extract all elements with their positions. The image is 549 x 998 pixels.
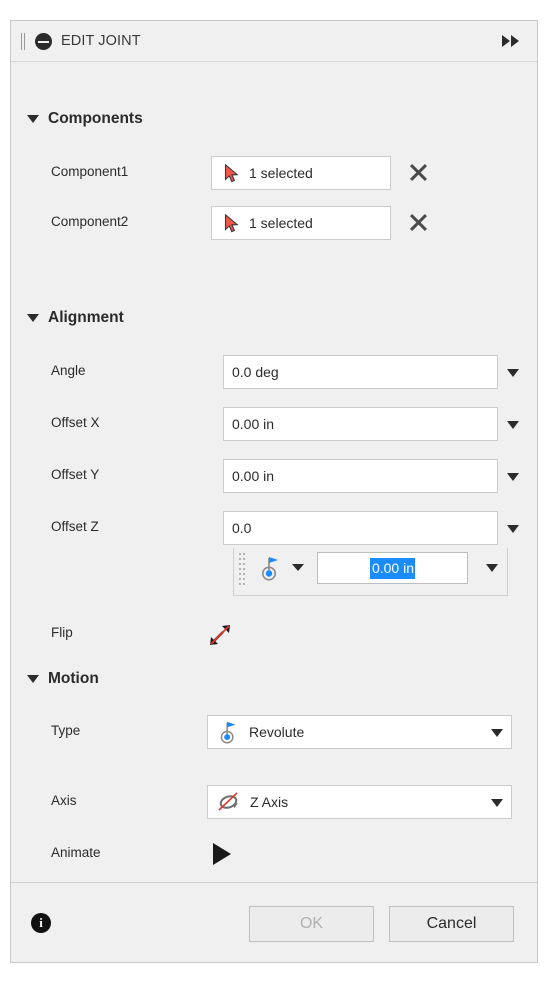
offset-z-edit-value: 0.00 in	[369, 557, 416, 579]
offset-y-input[interactable]: 0.00 in	[223, 459, 498, 493]
offset-z-input[interactable]: 0.0	[223, 511, 498, 545]
label-animate: Animate	[51, 845, 101, 860]
section-header-motion[interactable]: Motion	[27, 668, 99, 690]
offset-z-dropdown-icon[interactable]	[507, 525, 519, 533]
label-component1: Component1	[51, 164, 129, 179]
offset-x-value: 0.00 in	[232, 416, 275, 432]
component2-clear-icon[interactable]	[409, 213, 428, 232]
label-motion-type: Type	[51, 723, 81, 738]
offset-x-dropdown-icon[interactable]	[507, 421, 519, 429]
motion-axis-dropdown-icon[interactable]	[491, 799, 503, 807]
motion-type-value: Revolute	[249, 724, 305, 740]
joint-manipulator-popup: 0.00 in	[233, 548, 508, 596]
play-icon[interactable]	[213, 843, 231, 865]
drag-grip-icon[interactable]	[20, 33, 28, 50]
component1-clear-icon[interactable]	[409, 163, 428, 182]
dotted-grip-icon[interactable]	[238, 551, 249, 591]
motion-type-select[interactable]: Revolute	[207, 715, 512, 749]
screen: EDIT JOINT Components Component1 1 selec…	[0, 0, 549, 998]
offset-z-edit-dropdown-icon[interactable]	[486, 564, 498, 572]
caret-down-icon	[27, 314, 39, 322]
rotation-axis-icon	[217, 791, 241, 813]
minus-circle-icon[interactable]	[35, 33, 52, 50]
ok-button[interactable]: OK	[249, 906, 374, 942]
angle-dropdown-icon[interactable]	[507, 369, 519, 377]
info-icon[interactable]: i	[31, 913, 51, 933]
offset-z-edit-input[interactable]: 0.00 in	[317, 552, 468, 584]
cursor-select-icon	[224, 163, 241, 183]
caret-down-icon	[27, 675, 39, 683]
component2-value: 1 selected	[249, 215, 313, 231]
motion-axis-select[interactable]: Z Axis	[207, 785, 512, 819]
label-offset-x: Offset X	[51, 415, 100, 430]
motion-type-dropdown-icon[interactable]	[491, 729, 503, 737]
angle-input[interactable]: 0.0 deg	[223, 355, 498, 389]
double-right-arrow-icon[interactable]	[502, 35, 524, 48]
cancel-button[interactable]: Cancel	[389, 906, 514, 942]
flip-arrows-icon[interactable]	[207, 622, 233, 648]
offset-z-value: 0.0	[232, 520, 252, 536]
offset-y-value: 0.00 in	[232, 468, 275, 484]
dialog-footer: i OK Cancel	[11, 882, 537, 962]
label-angle: Angle	[51, 363, 86, 378]
component1-value: 1 selected	[249, 165, 313, 181]
dialog-titlebar: EDIT JOINT	[11, 21, 537, 62]
dialog-title: EDIT JOINT	[61, 33, 141, 49]
cursor-select-icon	[224, 213, 241, 233]
offset-x-input[interactable]: 0.00 in	[223, 407, 498, 441]
section-header-alignment[interactable]: Alignment	[27, 307, 124, 329]
caret-down-icon	[27, 115, 39, 123]
component2-select-field[interactable]: 1 selected	[211, 206, 391, 240]
label-offset-z: Offset Z	[51, 519, 99, 534]
edit-joint-dialog: EDIT JOINT Components Component1 1 selec…	[10, 20, 538, 963]
section-title-components: Components	[48, 110, 143, 127]
revolute-joint-icon[interactable]	[260, 555, 282, 581]
angle-value: 0.0 deg	[232, 364, 279, 380]
label-offset-y: Offset Y	[51, 467, 100, 482]
section-title-motion: Motion	[48, 670, 99, 687]
offset-y-dropdown-icon[interactable]	[507, 473, 519, 481]
label-motion-axis: Axis	[51, 793, 77, 808]
label-component2: Component2	[51, 214, 129, 229]
label-flip: Flip	[51, 625, 73, 640]
dialog-body: Components Component1 1 selected Compone…	[11, 62, 537, 882]
section-title-alignment: Alignment	[48, 309, 124, 326]
revolute-joint-icon	[218, 720, 240, 744]
component1-select-field[interactable]: 1 selected	[211, 156, 391, 190]
manipulator-dropdown-icon[interactable]	[292, 564, 304, 571]
motion-axis-value: Z Axis	[250, 794, 289, 810]
section-header-components[interactable]: Components	[27, 108, 143, 130]
